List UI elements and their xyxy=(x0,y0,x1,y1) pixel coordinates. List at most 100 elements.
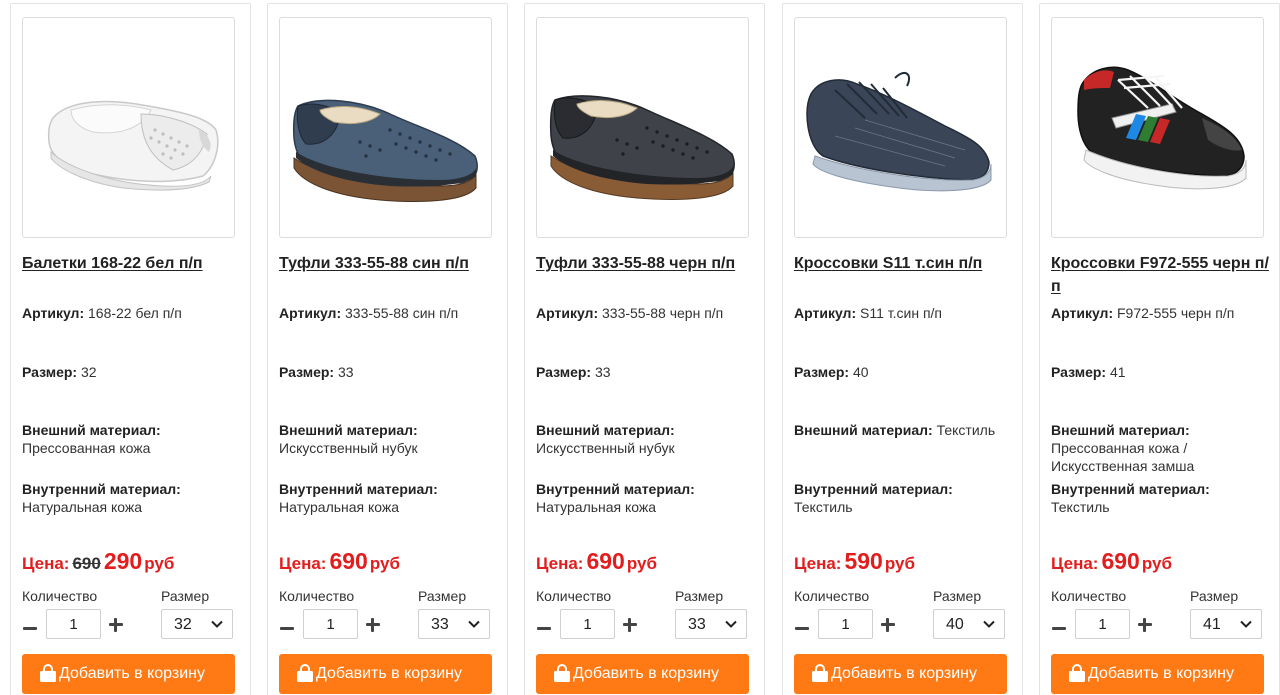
outer-material-field: Внешний материал: Прессованная кожа xyxy=(22,421,244,457)
size-select-label: Размер xyxy=(675,588,724,604)
add-to-cart-label: Добавить в корзину xyxy=(316,665,463,682)
add-to-cart-button[interactable]: Добавить в корзину xyxy=(536,654,749,694)
chevron-down-icon xyxy=(1240,620,1252,628)
product-card: Балетки 168-22 бел п/п Артикул: 168-22 б… xyxy=(10,3,251,695)
outer-material-field: Внешний материал: Текстиль xyxy=(794,421,1016,439)
quantity-decrease-button[interactable] xyxy=(536,621,552,637)
size-field: Размер: 41 xyxy=(1051,363,1273,381)
add-to-cart-button[interactable]: Добавить в корзину xyxy=(22,654,235,694)
navy-knit-sneaker-icon xyxy=(806,71,992,192)
inner-material-value: Текстиль xyxy=(794,499,853,515)
add-to-cart-label: Добавить в корзину xyxy=(831,665,978,682)
quantity-decrease-button[interactable] xyxy=(1051,621,1067,637)
quantity-increase-button[interactable] xyxy=(879,616,897,634)
quantity-input[interactable] xyxy=(46,609,101,639)
product-title[interactable]: Кроссовки S11 т.син п/п xyxy=(794,252,1020,275)
outer-material-label: Внешний материал: xyxy=(536,422,675,438)
product-image[interactable] xyxy=(1051,17,1264,238)
quantity-input[interactable] xyxy=(303,609,358,639)
quantity-input[interactable] xyxy=(1075,609,1130,639)
add-to-cart-button[interactable]: Добавить в корзину xyxy=(279,654,492,694)
current-price: 690 xyxy=(586,548,625,574)
outer-material-field: Внешний материал: Прессованная кожа / Иск… xyxy=(1051,421,1273,475)
inner-material-label: Внутренний материал: xyxy=(279,481,438,497)
shopping-bag-icon xyxy=(40,664,56,682)
current-price: 690 xyxy=(329,548,368,574)
product-grid: Балетки 168-22 бел п/п Артикул: 168-22 б… xyxy=(0,0,1280,695)
quantity-increase-button[interactable] xyxy=(621,616,639,634)
size-label: Размер: xyxy=(794,364,850,380)
article-field: Артикул: S11 т.син п/п xyxy=(794,304,1016,322)
outer-material-value: Прессованная кожа xyxy=(22,440,151,456)
shopping-bag-icon xyxy=(1069,664,1085,682)
article-field: Артикул: 333-55-88 черн п/п xyxy=(536,304,758,322)
inner-material-value: Текстиль xyxy=(1051,499,1110,515)
add-to-cart-button[interactable]: Добавить в корзину xyxy=(1051,654,1264,694)
current-price: 290 xyxy=(103,548,143,574)
add-to-cart-label: Добавить в корзину xyxy=(573,665,720,682)
price-label: Цена: xyxy=(279,554,327,573)
size-label: Размер: xyxy=(536,364,592,380)
size-field: Размер: 33 xyxy=(279,363,501,381)
price-block: Цена: 690 руб xyxy=(1051,548,1172,578)
article-label: Артикул: xyxy=(1051,305,1114,321)
current-price: 590 xyxy=(844,548,883,574)
outer-material-field: Внешний материал: Искусственный нубук xyxy=(536,421,758,457)
price-block: Цена: 690 руб xyxy=(279,548,400,578)
product-title[interactable]: Балетки 168-22 бел п/п xyxy=(22,252,248,275)
quantity-input[interactable] xyxy=(818,609,873,639)
product-image[interactable] xyxy=(536,17,749,238)
quantity-input[interactable] xyxy=(560,609,615,639)
size-select-value: 41 xyxy=(1203,616,1221,633)
article-label: Артикул: xyxy=(536,305,599,321)
quantity-increase-button[interactable] xyxy=(107,616,125,634)
product-image[interactable] xyxy=(279,17,492,238)
inner-material-field: Внутренний материал: Натуральная кожа xyxy=(279,480,501,516)
current-price: 690 xyxy=(1101,548,1140,574)
price-block: Цена: 690 290 руб xyxy=(22,548,174,578)
quantity-decrease-button[interactable] xyxy=(22,621,38,637)
quantity-increase-button[interactable] xyxy=(364,616,382,634)
product-title[interactable]: Туфли 333-55-88 черн п/п xyxy=(536,252,762,275)
price-label: Цена: xyxy=(22,554,70,573)
product-title[interactable]: Туфли 333-55-88 син п/п xyxy=(279,252,505,275)
product-title[interactable]: Кроссовки F972-555 черн п/п xyxy=(1051,252,1277,298)
add-to-cart-button[interactable]: Добавить в корзину xyxy=(794,654,1007,694)
chevron-down-icon xyxy=(725,620,737,628)
size-label: Размер: xyxy=(22,364,78,380)
article-field: Артикул: 333-55-88 син п/п xyxy=(279,304,501,322)
size-select[interactable]: 33 xyxy=(418,609,490,639)
currency: руб xyxy=(884,554,915,573)
black-color-sneaker-icon xyxy=(1077,66,1247,190)
article-field: Артикул: 168-22 бел п/п xyxy=(22,304,244,322)
price-block: Цена: 590 руб xyxy=(794,548,915,578)
size-label: Размер: xyxy=(1051,364,1107,380)
size-select[interactable]: 41 xyxy=(1190,609,1262,639)
quantity-decrease-button[interactable] xyxy=(279,621,295,637)
currency: руб xyxy=(1141,554,1172,573)
quantity-decrease-button[interactable] xyxy=(794,621,810,637)
outer-material-value: Текстиль xyxy=(936,422,996,438)
inner-material-field: Внутренний материал: Натуральная кожа xyxy=(536,480,758,516)
article-value: 333-55-88 черн п/п xyxy=(602,305,724,321)
quantity-label: Количество xyxy=(22,588,98,604)
size-select[interactable]: 33 xyxy=(675,609,747,639)
inner-material-label: Внутренний материал: xyxy=(22,481,181,497)
size-value: 41 xyxy=(1109,364,1126,380)
chevron-down-icon xyxy=(468,620,480,628)
quantity-label: Количество xyxy=(794,588,870,604)
article-value: F972-555 черн п/п xyxy=(1117,305,1235,321)
inner-material-value: Натуральная кожа xyxy=(279,499,400,515)
product-image[interactable] xyxy=(22,17,235,238)
inner-material-value: Натуральная кожа xyxy=(536,499,657,515)
product-image[interactable] xyxy=(794,17,1007,238)
article-label: Артикул: xyxy=(794,305,857,321)
outer-material-label: Внешний материал: xyxy=(22,422,161,438)
currency: руб xyxy=(144,554,175,573)
size-field: Размер: 40 xyxy=(794,363,1016,381)
quantity-increase-button[interactable] xyxy=(1136,616,1154,634)
size-select-label: Размер xyxy=(418,588,467,604)
outer-material-label: Внешний материал: xyxy=(794,422,933,438)
size-select[interactable]: 32 xyxy=(161,609,233,639)
size-select[interactable]: 40 xyxy=(933,609,1005,639)
